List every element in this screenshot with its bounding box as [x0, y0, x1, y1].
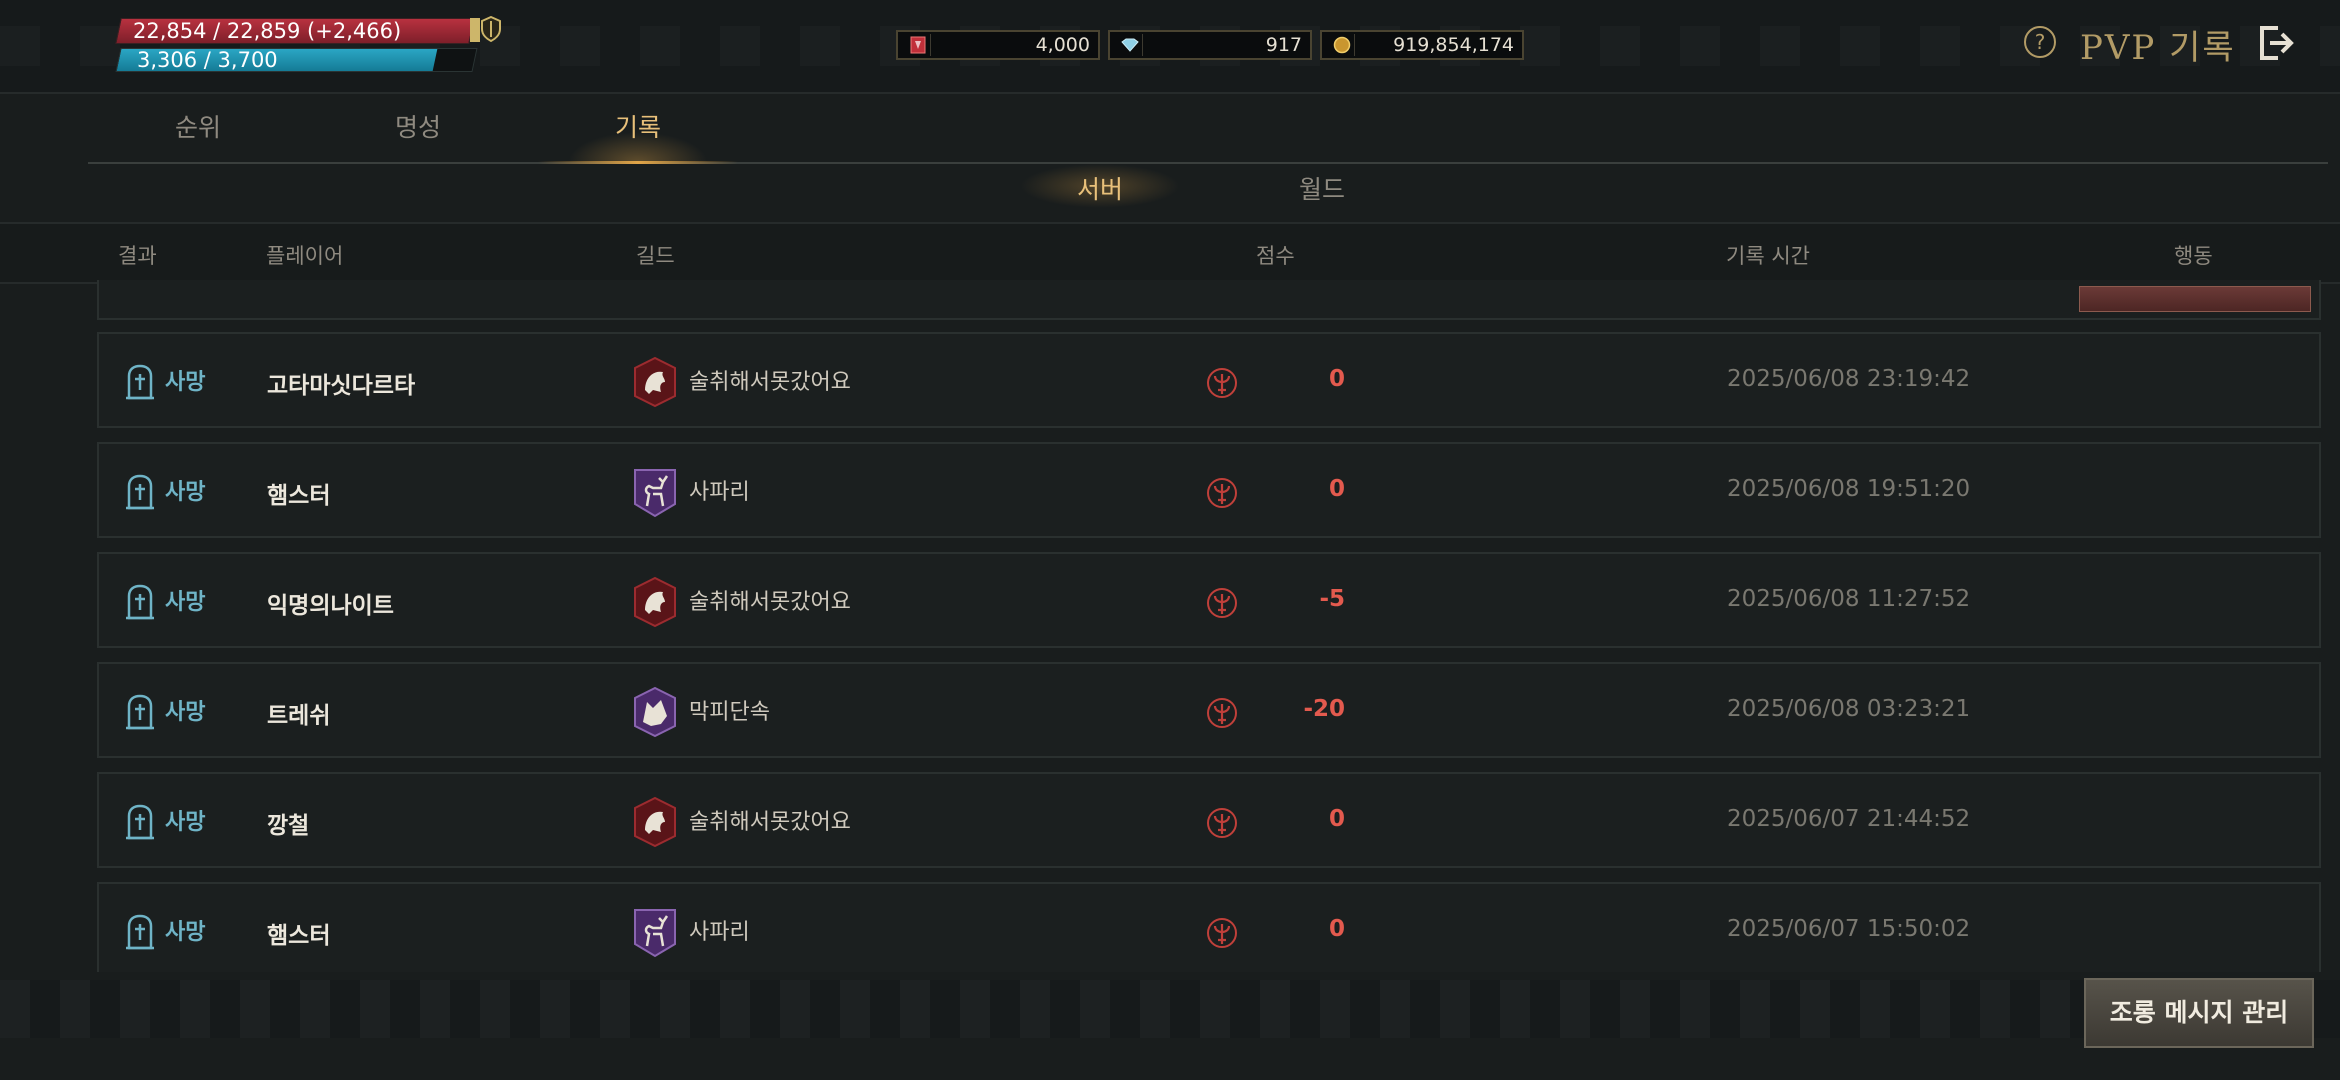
record-time: 2025/06/08 03:23:21 [1727, 696, 1971, 722]
exit-icon[interactable] [2256, 22, 2296, 64]
red-beast-emblem-icon [634, 796, 676, 848]
table-row[interactable]: 사망 햄스터 사파리 0 2025/06/07 15:50:02 [97, 882, 2321, 972]
player-name[interactable]: 익명의나이트 [267, 586, 394, 620]
tombstone-icon [126, 804, 154, 840]
currency-ticket-value: 4,000 [1035, 34, 1090, 56]
result-label: 사망 [165, 590, 206, 615]
trident-icon [1207, 368, 1237, 398]
tab-records-label: 기록 [614, 113, 661, 142]
column-time: 기록 시간 [1726, 244, 1810, 268]
mp-bar: 3,306 / 3,700 [115, 48, 478, 72]
guild-name[interactable]: 술취해서못갔어요 [689, 364, 851, 396]
column-action: 행동 [2174, 244, 2213, 268]
purple-deer-emblem-icon [634, 469, 676, 518]
gold-coin-icon [1330, 34, 1355, 56]
score-value: -5 [1319, 586, 1345, 612]
purple-wolf-emblem-icon [634, 686, 676, 738]
trident-icon [1207, 478, 1237, 508]
table-row[interactable]: 사망 햄스터 사파리 0 2025/06/08 19:51:20 [97, 442, 2321, 538]
bottom-ornament [0, 980, 2340, 1038]
tombstone-icon [126, 584, 154, 620]
player-name[interactable]: 트레쉬 [267, 696, 330, 730]
table-row[interactable]: 사망 익명의나이트 술취해서못갔어요 -5 2025/06/08 11:27:5… [97, 552, 2321, 648]
column-result: 결과 [118, 244, 157, 268]
subtab-world[interactable]: 월드 [1252, 170, 1392, 206]
record-time: 2025/06/07 21:44:52 [1727, 806, 1971, 832]
trident-icon [1207, 918, 1237, 948]
table-row[interactable]: 사망 고타마싯다르타 술취해서못갔어요 0 2025/06/08 23:19:4… [97, 332, 2321, 428]
trident-icon [1207, 588, 1237, 618]
hp-bar: 22,854 / 22,859 (+2,466) [115, 18, 475, 44]
top-bar: 22,854 / 22,859 (+2,466) 3,306 / 3,700 4… [0, 0, 2340, 94]
diamond-icon [1118, 34, 1143, 56]
trident-icon [1207, 698, 1237, 728]
purple-deer-emblem-icon [634, 909, 676, 958]
currency-ticket[interactable]: 4,000 [896, 30, 1100, 60]
player-name[interactable]: 깡철 [267, 806, 309, 840]
hp-text: 22,854 / 22,859 (+2,466) [133, 19, 402, 43]
record-time: 2025/06/07 15:50:02 [1727, 916, 1971, 942]
subtab-server[interactable]: 서버 [1020, 164, 1180, 208]
record-time: 2025/06/08 23:19:42 [1727, 366, 1971, 392]
score-value: 0 [1328, 476, 1345, 502]
record-list[interactable]: 사망 고타마싯다르타 술취해서못갔어요 0 2025/06/08 23:19:4… [0, 280, 2340, 972]
currency-diamond-value: 917 [1265, 34, 1302, 56]
red-beast-emblem-icon [634, 576, 676, 628]
shield-icon [481, 16, 501, 42]
record-time: 2025/06/08 19:51:20 [1727, 476, 1971, 502]
result-label: 사망 [165, 480, 206, 505]
table-row[interactable]: 사망 깡철 술취해서못갔어요 0 2025/06/07 21:44:52 [97, 772, 2321, 868]
page-title: PVP 기록 [2080, 28, 2236, 68]
subtab-server-label: 서버 [1076, 175, 1123, 204]
record-time: 2025/06/08 11:27:52 [1727, 586, 1971, 612]
red-ticket-icon [906, 34, 931, 56]
mp-text: 3,306 / 3,700 [137, 48, 278, 72]
result-label: 사망 [165, 920, 206, 945]
tombstone-icon [126, 364, 154, 400]
tab-ranking[interactable]: 순위 [88, 100, 308, 162]
guild-name[interactable]: 술취해서못갔어요 [689, 584, 851, 616]
taunt-message-button[interactable]: 조롱 메시지 관리 [2084, 978, 2314, 1048]
tab-records[interactable]: 기록 [528, 100, 748, 164]
player-name[interactable]: 햄스터 [267, 916, 330, 950]
tombstone-icon [126, 474, 154, 510]
red-beast-emblem-icon [634, 356, 676, 408]
score-value: -20 [1303, 696, 1345, 722]
currency-gold-value: 919,854,174 [1393, 34, 1514, 56]
tab-reputation[interactable]: 명성 [308, 100, 528, 162]
table-row[interactable]: 사망 트레쉬 막피단속 -20 2025/06/08 03:23:21 [97, 662, 2321, 758]
currency-diamond[interactable]: 917 [1108, 30, 1312, 60]
result-label: 사망 [165, 700, 206, 725]
guild-name[interactable]: 술취해서못갔어요 [689, 804, 851, 836]
score-value: 0 [1328, 916, 1345, 942]
trident-icon [1207, 808, 1237, 838]
score-value: 0 [1328, 366, 1345, 392]
score-value: 0 [1328, 806, 1345, 832]
table-row-partial [97, 280, 2321, 320]
guild-name[interactable]: 사파리 [689, 914, 750, 946]
hp-bar-end [470, 18, 480, 42]
question-circle-icon[interactable]: ? [2024, 26, 2056, 58]
tombstone-icon [126, 694, 154, 730]
currency-gold[interactable]: 919,854,174 [1320, 30, 1524, 60]
tombstone-icon [126, 914, 154, 950]
result-label: 사망 [165, 810, 206, 835]
table-header: 결과 플레이어 길드 점수 기록 시간 행동 [0, 222, 2340, 284]
player-name[interactable]: 고타마싯다르타 [267, 366, 415, 400]
column-guild: 길드 [636, 244, 675, 268]
player-name[interactable]: 햄스터 [267, 476, 330, 510]
column-player: 플레이어 [266, 244, 344, 268]
main-tabs: 순위 명성 기록 [88, 100, 2328, 164]
column-score: 점수 [1256, 244, 1295, 268]
guild-name[interactable]: 막피단속 [689, 694, 770, 726]
row-action-button[interactable] [2079, 286, 2311, 312]
result-label: 사망 [165, 370, 206, 395]
guild-name[interactable]: 사파리 [689, 474, 750, 506]
